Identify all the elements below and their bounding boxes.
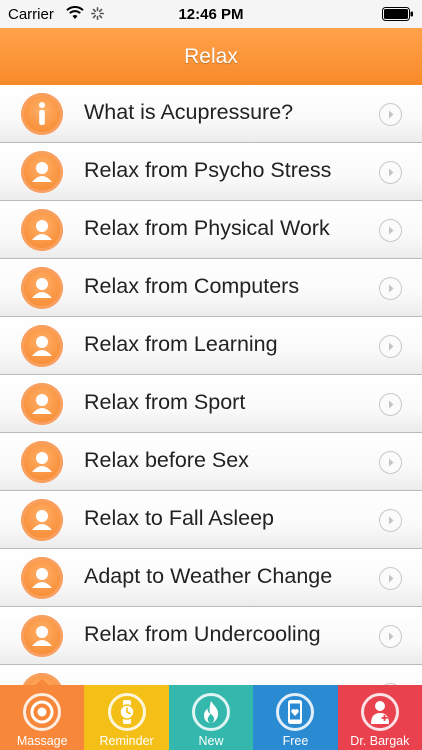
person-icon bbox=[21, 499, 63, 541]
active-tab-indicator bbox=[34, 679, 51, 686]
list-item-label: Relax from Psycho Stress bbox=[84, 158, 332, 182]
disclosure-arrow-icon[interactable] bbox=[379, 219, 402, 242]
list-item-partial[interactable] bbox=[0, 665, 422, 685]
tab-dr-bargak[interactable]: Dr. Bargak bbox=[337, 685, 422, 750]
disclosure-arrow-icon[interactable] bbox=[379, 625, 402, 648]
tab-bar: Massage Reminder New Free Dr. Bargak bbox=[0, 679, 422, 750]
person-icon bbox=[21, 615, 63, 657]
list-item-label: What is Acupressure? bbox=[84, 100, 294, 124]
tab-label: New bbox=[198, 734, 224, 748]
tab-label: Massage bbox=[16, 734, 68, 748]
page-title: Relax bbox=[184, 44, 238, 68]
list-item-learning[interactable]: Relax from Learning bbox=[0, 317, 422, 375]
status-bar: Carrier 12:46 PM bbox=[0, 0, 422, 28]
list-item-before-sex[interactable]: Relax before Sex bbox=[0, 433, 422, 491]
person-icon bbox=[21, 267, 63, 309]
disclosure-arrow-icon[interactable] bbox=[379, 277, 402, 300]
tab-label: Free bbox=[282, 734, 309, 748]
clock-time: 12:46 PM bbox=[178, 6, 244, 23]
person-icon bbox=[21, 441, 63, 483]
list-item-psycho-stress[interactable]: Relax from Psycho Stress bbox=[0, 143, 422, 201]
tab-reminder[interactable]: Reminder bbox=[84, 685, 169, 750]
target-icon bbox=[23, 693, 62, 731]
list-item-label: Relax from Sport bbox=[84, 390, 246, 414]
person-icon bbox=[21, 325, 63, 367]
tab-label: Dr. Bargak bbox=[350, 734, 410, 748]
tab-label: Reminder bbox=[99, 734, 154, 748]
list-item-undercooling[interactable]: Relax from Undercooling bbox=[0, 607, 422, 665]
disclosure-arrow-icon[interactable] bbox=[379, 451, 402, 474]
list-item-label: Adapt to Weather Change bbox=[84, 564, 333, 588]
disclosure-arrow-icon[interactable] bbox=[379, 335, 402, 358]
disclosure-arrow-icon[interactable] bbox=[379, 567, 402, 590]
phone-heart-icon bbox=[276, 693, 315, 731]
list-item-label: Relax from Undercooling bbox=[84, 622, 321, 646]
tab-free[interactable]: Free bbox=[253, 685, 338, 750]
person-icon bbox=[21, 209, 63, 251]
list-item-label: Relax to Fall Asleep bbox=[84, 506, 275, 530]
person-icon bbox=[21, 151, 63, 193]
list-item-label: Relax from Learning bbox=[84, 332, 278, 356]
relax-topics-list[interactable]: What is Acupressure? Relax from Psycho S… bbox=[0, 85, 422, 685]
list-item-physical-work[interactable]: Relax from Physical Work bbox=[0, 201, 422, 259]
info-icon bbox=[21, 93, 63, 135]
disclosure-arrow-icon[interactable] bbox=[379, 509, 402, 532]
tab-massage[interactable]: Massage bbox=[0, 679, 85, 750]
watch-icon bbox=[107, 693, 146, 731]
battery-icon bbox=[382, 7, 413, 21]
person-icon bbox=[21, 383, 63, 425]
list-item-what-is-acupressure[interactable]: What is Acupressure? bbox=[0, 85, 422, 143]
disclosure-arrow-icon[interactable] bbox=[379, 393, 402, 416]
disclosure-arrow-icon[interactable] bbox=[379, 161, 402, 184]
flame-icon bbox=[192, 693, 231, 731]
person-icon bbox=[21, 557, 63, 599]
list-item-fall-asleep[interactable]: Relax to Fall Asleep bbox=[0, 491, 422, 549]
doctor-icon bbox=[360, 693, 399, 731]
disclosure-arrow-icon[interactable] bbox=[379, 103, 402, 126]
navigation-bar: Relax bbox=[0, 28, 422, 85]
list-item-weather-change[interactable]: Adapt to Weather Change bbox=[0, 549, 422, 607]
tab-new[interactable]: New bbox=[168, 685, 254, 750]
list-item-label: Relax from Physical Work bbox=[84, 216, 330, 240]
list-item-sport[interactable]: Relax from Sport bbox=[0, 375, 422, 433]
list-item-label: Relax from Computers bbox=[84, 274, 300, 298]
list-item-label: Relax before Sex bbox=[84, 448, 249, 472]
list-item-computers[interactable]: Relax from Computers bbox=[0, 259, 422, 317]
